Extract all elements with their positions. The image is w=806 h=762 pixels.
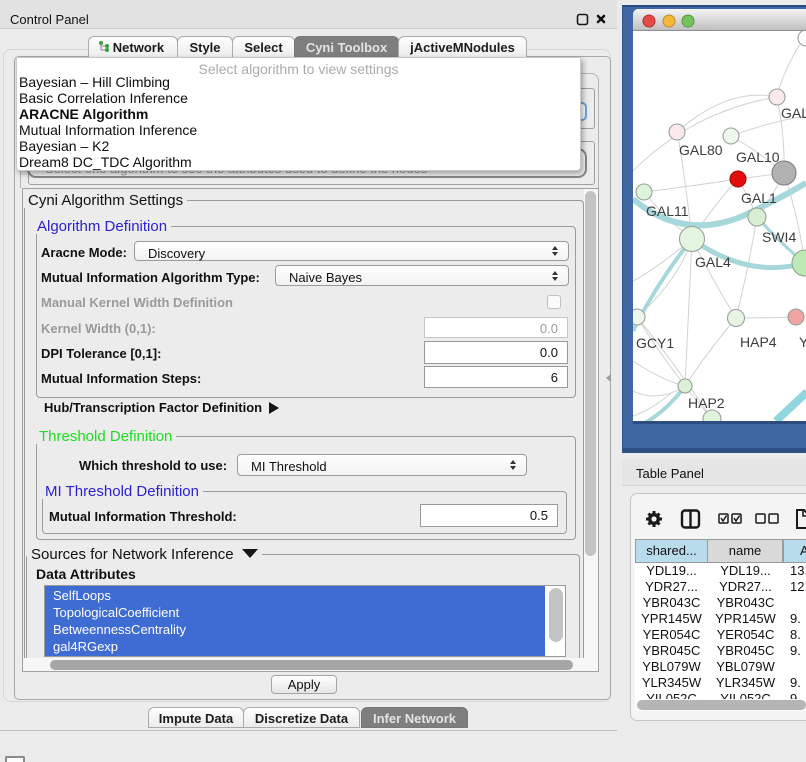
svg-text:GAL10: GAL10 <box>736 149 780 165</box>
svg-text:GAL1: GAL1 <box>741 190 777 206</box>
svg-text:GAL2: GAL2 <box>781 105 806 121</box>
svg-text:Y: Y <box>799 334 806 350</box>
svg-text:GAL4: GAL4 <box>695 254 731 270</box>
svg-text:HAP2: HAP2 <box>688 395 725 411</box>
svg-text:GAL11: GAL11 <box>646 203 689 219</box>
svg-text:GCY1: GCY1 <box>636 335 674 351</box>
svg-text:GAL80: GAL80 <box>679 142 723 158</box>
svg-text:HAP4: HAP4 <box>740 334 777 350</box>
svg-text:SWI4: SWI4 <box>762 229 796 245</box>
